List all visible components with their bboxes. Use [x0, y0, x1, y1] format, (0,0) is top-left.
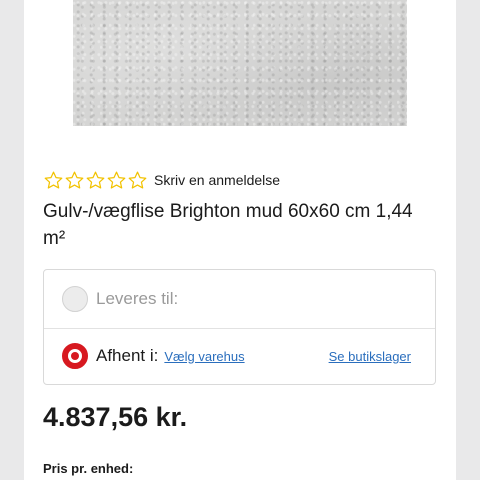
pickup-option[interactable]: Afhent i: Vælg varehus Se butikslager: [44, 327, 435, 385]
star-icon[interactable]: [64, 170, 85, 191]
rating-row: Skriv en anmeldelse: [43, 168, 280, 192]
star-icon[interactable]: [127, 170, 148, 191]
choose-store-link[interactable]: Vælg varehus: [164, 349, 244, 364]
unit-price-label: Pris pr. enhed:: [43, 461, 134, 476]
star-icon[interactable]: [106, 170, 127, 191]
delivery-radio[interactable]: [62, 286, 88, 312]
star-icon[interactable]: [43, 170, 64, 191]
product-page: Skriv en anmeldelse Gulv-/vægflise Brigh…: [24, 0, 456, 480]
product-title: Gulv-/vægflise Brighton mud 60x60 cm 1,4…: [43, 201, 413, 249]
delivery-options: Leveres til: Afhent i: Vælg varehus Se b…: [43, 269, 436, 385]
product-image[interactable]: [73, 0, 407, 126]
write-review-link[interactable]: Skriv en anmeldelse: [154, 172, 280, 188]
store-stock-link[interactable]: Se butikslager: [329, 349, 411, 364]
star-icon[interactable]: [85, 170, 106, 191]
delivery-option[interactable]: Leveres til:: [44, 270, 435, 329]
pickup-radio[interactable]: [62, 343, 88, 369]
pickup-label: Afhent i:: [96, 346, 159, 365]
product-price: 4.837,56 kr.: [43, 402, 188, 432]
delivery-label: Leveres til:: [96, 289, 179, 308]
star-rating[interactable]: [43, 170, 148, 191]
